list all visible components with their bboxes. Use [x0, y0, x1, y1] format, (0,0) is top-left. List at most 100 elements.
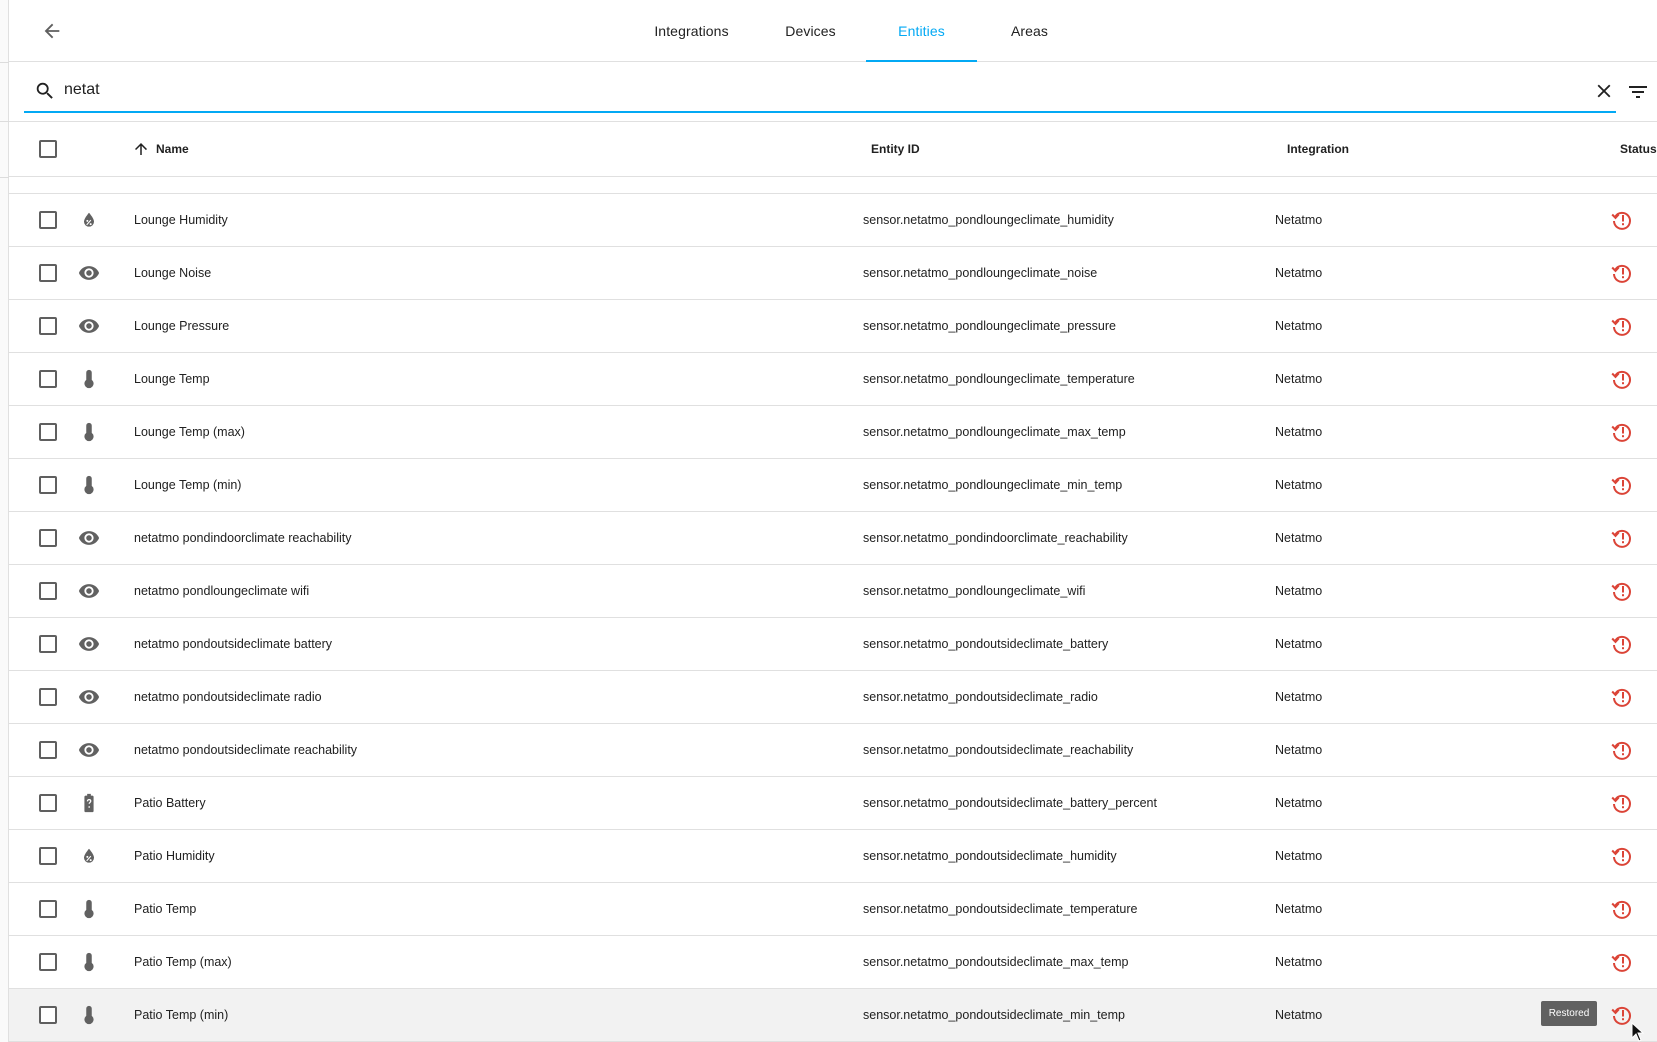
restore-alert-icon[interactable] — [1610, 367, 1634, 391]
row-checkbox[interactable] — [39, 211, 57, 229]
tab-label: Entities — [898, 23, 945, 39]
table-row[interactable]: Patio Battery sensor.netatmo_pondoutsidec… — [9, 777, 1657, 830]
entity-table-body: Lounge Humidity sensor.netatmo_pondlounge… — [9, 194, 1657, 1042]
restore-alert-icon[interactable] — [1610, 738, 1634, 762]
eye-icon — [77, 314, 101, 338]
water-percent-icon — [77, 844, 101, 868]
row-checkbox[interactable] — [39, 529, 57, 547]
table-row[interactable]: netatmo pondoutsideclimate radio sensor.n… — [9, 671, 1657, 724]
entity-id: sensor.netatmo_pondoutsideclimate_radio — [863, 690, 1098, 704]
restore-alert-icon[interactable] — [1610, 950, 1634, 974]
entity-name: Patio Temp (min) — [134, 1008, 229, 1022]
restore-alert-icon[interactable] — [1610, 791, 1634, 815]
table-row[interactable]: Lounge Humidity sensor.netatmo_pondlounge… — [9, 194, 1657, 247]
tab-label: Devices — [785, 23, 836, 39]
entity-integration: Netatmo — [1275, 584, 1323, 598]
restore-alert-icon[interactable] — [1610, 420, 1634, 444]
table-row[interactable]: Lounge Temp sensor.netatmo_pondloungeclim… — [9, 353, 1657, 406]
table-row[interactable]: netatmo pondindoorclimate reachability se… — [9, 512, 1657, 565]
entity-id: sensor.netatmo_pondoutsideclimate_batter… — [863, 796, 1157, 810]
row-checkbox[interactable] — [39, 847, 57, 865]
row-checkbox[interactable] — [39, 264, 57, 282]
row-checkbox[interactable] — [39, 794, 57, 812]
battery-unknown-icon — [77, 791, 101, 815]
restore-alert-icon[interactable] — [1610, 473, 1634, 497]
rail-divider — [0, 177, 9, 178]
restore-alert-icon[interactable] — [1610, 314, 1634, 338]
table-row[interactable]: Patio Temp (min) sensor.netatmo_pondoutsi… — [9, 989, 1657, 1042]
status-tooltip: Restored — [1541, 1001, 1597, 1026]
table-row[interactable]: netatmo pondoutsideclimate reachability s… — [9, 724, 1657, 777]
entity-integration: Netatmo — [1275, 319, 1323, 333]
row-checkbox[interactable] — [39, 317, 57, 335]
table-row[interactable]: Lounge Temp (min) sensor.netatmo_pondloun… — [9, 459, 1657, 512]
table-row[interactable]: Lounge Noise sensor.netatmo_pondloungecli… — [9, 247, 1657, 300]
rail-divider — [0, 62, 9, 63]
row-checkbox[interactable] — [39, 582, 57, 600]
tab-entities[interactable]: Entities — [866, 0, 977, 62]
row-checkbox[interactable] — [39, 423, 57, 441]
column-label: Integration — [1287, 142, 1349, 156]
restore-alert-icon[interactable] — [1610, 632, 1634, 656]
entity-id: sensor.netatmo_pondloungeclimate_noise — [863, 266, 1098, 280]
column-header-integration[interactable]: Integration — [1287, 122, 1349, 176]
entity-id: sensor.netatmo_pondoutsideclimate_humidi… — [863, 849, 1117, 863]
column-header-status[interactable]: Status — [1620, 122, 1657, 176]
table-row[interactable]: Lounge Temp (max) sensor.netatmo_pondloun… — [9, 406, 1657, 459]
thermometer-icon — [77, 897, 101, 921]
tab-devices[interactable]: Devices — [755, 0, 866, 62]
table-row[interactable]: Patio Temp sensor.netatmo_pondoutsideclim… — [9, 883, 1657, 936]
select-all-checkbox[interactable] — [39, 140, 57, 158]
entity-id: sensor.netatmo_pondindoorclimate_reachab… — [863, 531, 1128, 545]
entity-name: Patio Temp (max) — [134, 955, 232, 969]
restore-alert-icon[interactable] — [1610, 844, 1634, 868]
search-input[interactable] — [64, 76, 1544, 104]
entity-id: sensor.netatmo_pondloungeclimate_pressur… — [863, 319, 1116, 333]
entity-integration: Netatmo — [1275, 531, 1323, 545]
column-header-entity-id[interactable]: Entity ID — [871, 122, 920, 176]
row-checkbox[interactable] — [39, 635, 57, 653]
entity-integration: Netatmo — [1275, 743, 1323, 757]
entity-name: Lounge Temp (min) — [134, 478, 242, 492]
thermometer-icon — [77, 1003, 101, 1027]
entity-id: sensor.netatmo_pondoutsideclimate_temper… — [863, 902, 1138, 916]
eye-icon — [77, 738, 101, 762]
entity-id: sensor.netatmo_pondloungeclimate_min_tem… — [863, 478, 1123, 492]
eye-icon — [77, 579, 101, 603]
row-checkbox[interactable] — [39, 953, 57, 971]
entity-integration: Netatmo — [1275, 425, 1323, 439]
entity-integration: Netatmo — [1275, 637, 1323, 651]
table-row[interactable]: netatmo pondloungeclimate wifi sensor.net… — [9, 565, 1657, 618]
entity-id: sensor.netatmo_pondloungeclimate_tempera… — [863, 372, 1135, 386]
entity-integration: Netatmo — [1275, 1008, 1323, 1022]
row-checkbox[interactable] — [39, 476, 57, 494]
restore-alert-icon[interactable] — [1610, 897, 1634, 921]
tab-areas[interactable]: Areas — [977, 0, 1082, 62]
restore-alert-icon[interactable] — [1610, 579, 1634, 603]
table-header: Name Entity ID Integration Status — [9, 121, 1657, 177]
table-row[interactable]: Patio Humidity sensor.netatmo_pondoutside… — [9, 830, 1657, 883]
eye-icon — [77, 632, 101, 656]
restore-alert-icon[interactable] — [1610, 526, 1634, 550]
back-button[interactable] — [36, 15, 68, 47]
table-row[interactable]: Patio Temp (max) sensor.netatmo_pondoutsi… — [9, 936, 1657, 989]
close-icon[interactable] — [1593, 80, 1615, 102]
table-row[interactable]: netatmo pondoutsideclimate battery sensor… — [9, 618, 1657, 671]
table-row[interactable]: Lounge Pressure sensor.netatmo_pondlounge… — [9, 300, 1657, 353]
entity-integration: Netatmo — [1275, 478, 1323, 492]
search-icon — [36, 82, 53, 99]
entity-id: sensor.netatmo_pondoutsideclimate_min_te… — [863, 1008, 1125, 1022]
restore-alert-icon[interactable] — [1610, 261, 1634, 285]
restore-alert-icon[interactable] — [1610, 208, 1634, 232]
row-checkbox[interactable] — [39, 370, 57, 388]
entity-id: sensor.netatmo_pondoutsideclimate_batter… — [863, 637, 1109, 651]
column-header-name[interactable]: Name — [132, 122, 189, 176]
row-checkbox[interactable] — [39, 688, 57, 706]
row-checkbox[interactable] — [39, 900, 57, 918]
row-checkbox[interactable] — [39, 741, 57, 759]
restore-alert-icon[interactable] — [1610, 685, 1634, 709]
tab-integrations[interactable]: Integrations — [628, 0, 755, 62]
entity-id: sensor.netatmo_pondloungeclimate_humidit… — [863, 213, 1114, 227]
row-checkbox[interactable] — [39, 1006, 57, 1024]
filter-icon[interactable] — [1626, 80, 1650, 104]
